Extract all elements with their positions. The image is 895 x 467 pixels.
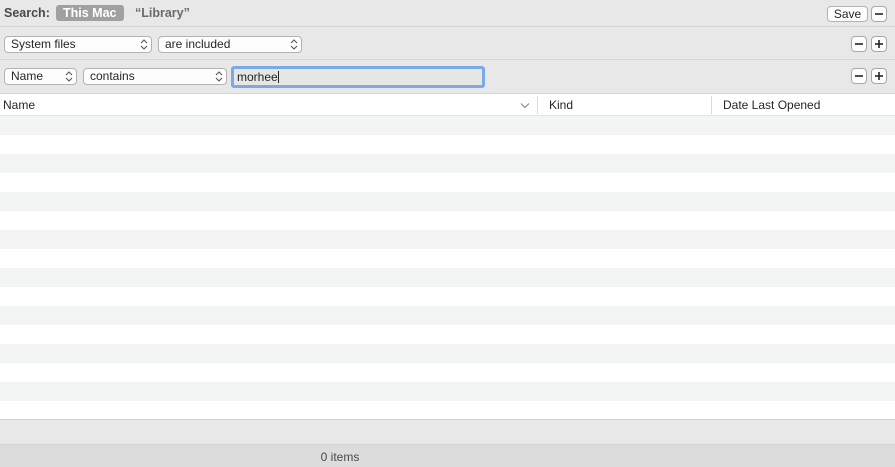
empty-row-stripe [0,268,895,287]
status-bar: 0 items [0,445,895,467]
minus-icon [855,43,863,45]
column-header-kind[interactable]: Kind [549,98,573,112]
up-down-arrows-icon [140,39,148,50]
results-table-header: Name Kind Date Last Opened [0,94,895,116]
remove-rule-button[interactable] [851,68,867,84]
attribute-popup-label: Name [11,69,44,83]
empty-row-stripe [0,154,895,173]
remove-search-button[interactable] [871,6,887,22]
name-search-input-value: morhee [237,70,278,84]
scope-library-button[interactable]: “Library” [135,6,190,20]
empty-row-stripe [0,344,895,363]
up-down-arrows-icon [215,71,223,82]
operator-popup-label: contains [90,69,135,83]
plus-icon [875,40,883,48]
add-rule-button[interactable] [871,68,887,84]
add-rule-button[interactable] [871,36,887,52]
search-scope-bar: Search: This Mac “Library” Save [0,0,895,27]
path-bar [0,419,895,445]
empty-row-stripe [0,230,895,249]
minus-icon [875,13,883,15]
text-caret [277,71,279,83]
operator-popup-label: are included [165,37,231,51]
empty-row-stripe [0,306,895,325]
results-table-body [0,116,895,419]
column-header-name[interactable]: Name [3,98,35,112]
scope-this-mac-button[interactable]: This Mac [56,5,124,21]
empty-row-stripe [0,192,895,211]
attribute-popup[interactable]: Name [4,68,77,85]
criteria-row-system-files: System files are included [0,27,895,60]
remove-rule-button[interactable] [851,36,867,52]
attribute-popup-label: System files [11,37,76,51]
name-search-input[interactable]: morhee [231,66,485,88]
empty-row-stripe [0,116,895,135]
operator-popup[interactable]: contains [83,68,227,85]
item-count-label: 0 items [320,450,360,464]
operator-popup[interactable]: are included [158,36,302,53]
column-divider[interactable] [711,96,712,114]
empty-row-stripe [0,382,895,401]
sort-chevron-down-icon [520,103,530,109]
attribute-popup[interactable]: System files [4,36,152,53]
search-label: Search: [4,6,50,20]
up-down-arrows-icon [290,39,298,50]
minus-icon [855,75,863,77]
column-divider[interactable] [537,96,538,114]
plus-icon [875,72,883,80]
up-down-arrows-icon [65,71,73,82]
save-button[interactable]: Save [827,6,868,22]
column-header-date-last-opened[interactable]: Date Last Opened [723,98,820,112]
